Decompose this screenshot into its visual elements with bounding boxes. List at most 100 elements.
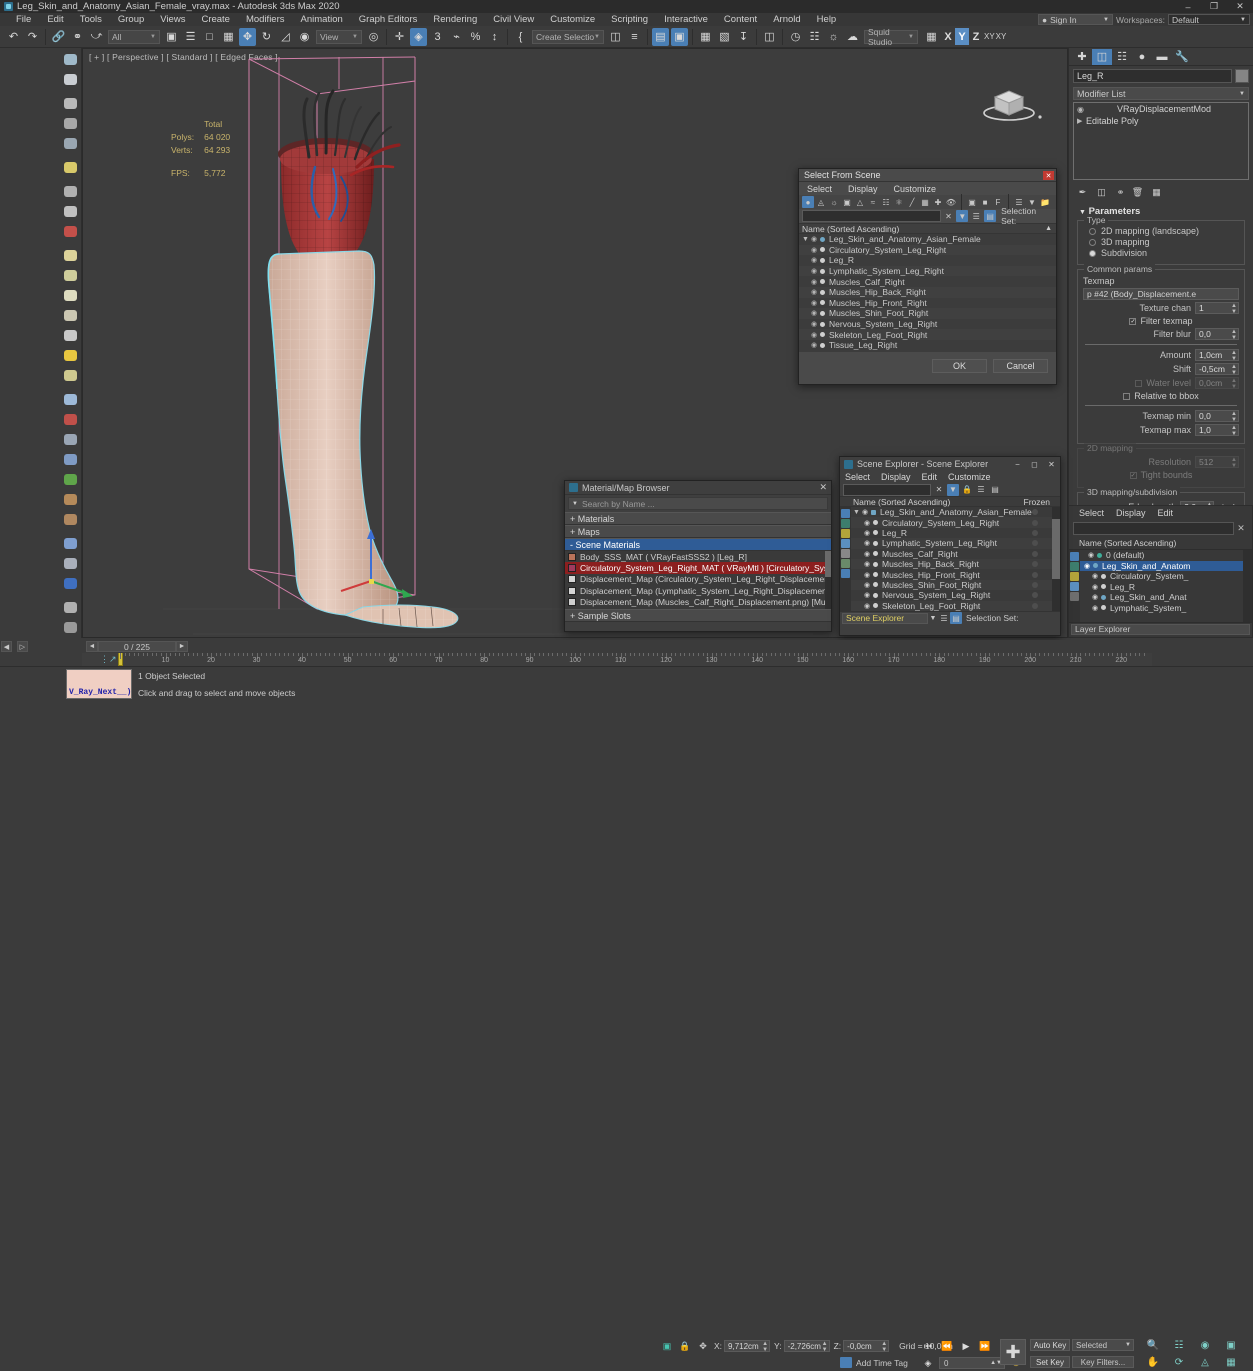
light-bulb-icon[interactable] [61,158,81,177]
visibility-icon[interactable]: ◉ [864,519,873,527]
set-key-button[interactable]: Set Key [1030,1356,1070,1368]
expand-all-icon[interactable]: ☰ [975,484,987,496]
object-type-icon[interactable] [820,322,829,327]
make-unique-icon[interactable]: ⚭ [1113,185,1128,199]
field-of-view-icon[interactable]: ◬ [1192,1354,1218,1371]
frozen-toggle-icon[interactable] [1032,592,1038,598]
use-pivot-center-icon[interactable]: ◎ [365,28,382,46]
box-icon[interactable] [61,246,81,265]
teapot-icon[interactable] [61,50,81,69]
minimize-button[interactable]: – [1175,0,1201,13]
scene-object-row[interactable]: ◉Lymphatic_System_Leg_Right [799,266,1056,277]
main-toolbar[interactable]: ↶ ↷ 🔗 ⚭ ⤻ All ▼ ▣ ☰ □ ▦ ✥ ↻ ◿ ◉ View ▼ ◎… [0,26,1253,48]
angle-snap-icon[interactable]: ◈ [410,28,427,46]
visibility-icon[interactable]: ◉ [864,529,873,537]
filter-blur-spinner[interactable]: 0,0 ▲▼ [1195,328,1239,340]
filter-blur-row[interactable]: Filter blur 0,0 ▲▼ [1083,328,1239,340]
layers-icon[interactable]: ☰ [938,612,950,624]
visibility-icon[interactable]: ◉ [864,591,873,599]
material-list-scrollbar[interactable] [825,551,831,609]
render-production-icon[interactable]: ☼ [825,28,842,46]
layer-type-icon[interactable] [1101,574,1110,579]
select-and-rotate-icon[interactable]: ↻ [258,28,275,46]
object-type-icon[interactable] [820,279,829,284]
disc-icon[interactable] [61,366,81,385]
object-name-field[interactable]: Leg_R [1073,69,1232,83]
layer-explorer-row[interactable]: ◉Leg_R [1080,582,1243,593]
command-panel-tabs[interactable]: ✚ ◫ ☷ ● ▬ 🔧 [1069,48,1253,66]
layer-type-icon[interactable] [1101,584,1110,589]
filter-shapes-icon[interactable] [841,519,850,528]
select-children-icon[interactable]: ▣ [966,196,978,208]
scene-object-row[interactable]: ◉Nervous_System_Leg_Right [799,319,1056,330]
render-frame-icon[interactable] [61,134,81,153]
water-level-spinner[interactable]: 0,0cm ▲▼ [1195,377,1239,389]
filter-geometry-icon[interactable] [841,509,850,518]
select-influences-icon[interactable]: ■ [979,196,991,208]
named-selection-set-combo[interactable]: Create Selection Se ▼ [532,30,604,44]
filter-texmap-row[interactable]: ✓ Filter texmap [1083,316,1239,326]
timeline-ruler[interactable]: ⋮↗ 1020304050607080901001101201301401501… [82,653,1152,666]
material-browser-search[interactable]: ▼ Search by Name ... [568,497,828,510]
configure-modifier-sets-icon[interactable]: ▦ [1149,185,1164,199]
scene-explorer-window-buttons[interactable]: − ◻ ✕ [1009,458,1060,471]
expand-arrow-icon[interactable]: ▶ [1077,117,1086,125]
expand-arrow-icon[interactable]: ▼ [802,236,811,243]
workspaces-selector[interactable]: Workspaces: Default ▼ [1116,14,1250,25]
select-from-scene-dialog[interactable]: Select From Scene ✕ SelectDisplayCustomi… [798,168,1057,385]
object-color-swatch[interactable] [1235,69,1249,83]
leaf-icon[interactable] [61,470,81,489]
sphere-blue-icon[interactable] [61,534,81,553]
set-keys-button[interactable]: ✚ [1000,1339,1026,1365]
go-to-start-icon[interactable]: ⏮ [920,1339,936,1353]
filter-texmap-checkbox[interactable]: ✓ [1129,318,1136,325]
visibility-icon[interactable]: ◉ [811,320,820,328]
scene-object-row[interactable]: ◉Muscles_Hip_Back_Right [799,287,1056,298]
visibility-icon[interactable]: ◉ [811,341,820,349]
capsule-icon[interactable] [61,410,81,429]
isolate-selection-icon[interactable]: ▣ [660,1339,674,1353]
add-time-tag-label[interactable]: Add Time Tag [856,1358,908,1368]
rectangular-selection-region-icon[interactable]: □ [201,28,218,46]
spinner-arrows-icon[interactable]: ▲▼ [1231,329,1237,341]
z-coordinate[interactable]: Z: -0,0cm ▲▼ [834,1340,890,1352]
previous-frame-icon[interactable]: ⏪ [939,1339,955,1353]
se-menu-edit[interactable]: Edit [922,472,938,482]
selection-set-icon[interactable]: ▤ [950,612,962,624]
texmap-min-row[interactable]: Texmap min 0,0 ▲▼ [1083,410,1239,422]
object-type-icon[interactable] [873,562,882,567]
filter-spacewarps-icon[interactable] [841,559,850,568]
select-from-scene-buttons[interactable]: OK Cancel [799,352,1056,373]
pan-view-icon[interactable]: ✋ [1140,1354,1166,1371]
layer-explorer-panel[interactable]: SelectDisplayEdit ✕ Name (Sorted Ascendi… [1068,505,1253,638]
axis-constraints-group[interactable]: ▦ X Y Z XY XY [922,28,1006,46]
track-bar[interactable]: ◄ 0 / 225 ► ⋮↗ 1020304050607080901001101… [82,640,1152,666]
material-list-item[interactable]: Displacement_Map (Circulatory_System_Leg… [565,574,831,585]
remove-modifier-icon[interactable]: 🗑 [1130,185,1145,199]
scene-explorer-icon[interactable]: ▣ [671,28,688,46]
menu-item-tools[interactable]: Tools [72,13,110,26]
visibility-icon[interactable]: ◉ [862,508,871,516]
camera-icon[interactable] [61,222,81,241]
funnel-filter-icon[interactable]: ▼ [947,484,959,496]
selection-filter-combo[interactable]: All ▼ [108,30,160,44]
schematic-view-icon[interactable]: ▧ [716,28,733,46]
snap-toggle-icon[interactable]: ✛ [391,28,408,46]
close-icon[interactable]: ✕ [1043,458,1060,471]
camera-target-icon[interactable] [61,182,81,201]
scene-object-row[interactable]: ◉Leg_R [799,255,1056,266]
modifier-stack-buttons[interactable]: ✒ ◫ ⚭ 🗑 ▦ [1069,182,1253,202]
animal-icon[interactable] [61,490,81,509]
display-all-icon[interactable]: ✚ [932,196,944,208]
panel-icon[interactable] [61,598,81,617]
material-list-item[interactable]: Displacement_Map (Lymphatic_System_Leg_R… [565,585,831,596]
ok-button[interactable]: OK [932,359,987,373]
layer-explorer-icon[interactable]: ▤ [652,28,669,46]
object-type-icon[interactable] [820,311,829,316]
menu-item-edit[interactable]: Edit [39,13,71,26]
grid-icon[interactable] [61,430,81,449]
object-type-icon[interactable] [820,247,829,252]
scene-explorer-column-headers[interactable]: Name (Sorted Ascending) Frozen [840,496,1060,507]
filter-cameras-icon[interactable] [1070,582,1079,591]
object-type-icon[interactable] [873,572,882,577]
